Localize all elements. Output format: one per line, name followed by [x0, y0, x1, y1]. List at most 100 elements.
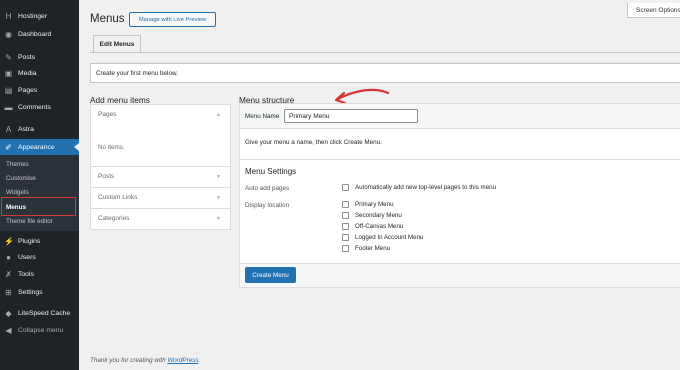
location-checkbox-row[interactable]: Secondary Menu — [342, 212, 402, 219]
media-icon: ▣ — [4, 68, 13, 78]
arrow-down-icon[interactable]: ▼ — [216, 216, 221, 222]
accordion-section-posts[interactable]: Posts ▼ — [91, 167, 230, 188]
location-checkbox[interactable] — [342, 201, 349, 208]
sidebar-item-pages[interactable]: ▤ Pages — [0, 82, 79, 98]
auto-add-option-label: Automatically add new top-level pages to… — [355, 184, 497, 191]
litespeed-icon: ◆ — [5, 308, 12, 318]
submenu-theme-file-editor[interactable]: Theme file editor — [6, 218, 53, 225]
location-label: Logged In Account Menu — [355, 234, 424, 241]
location-label: Primary Menu — [355, 201, 394, 208]
menu-settings-heading: Menu Settings — [245, 167, 297, 176]
footer-text: Thank you for creating with — [90, 357, 168, 364]
sidebar-item-comments[interactable]: ▬ Comments — [0, 99, 79, 115]
page-title: Menus — [90, 13, 125, 25]
menu-structure-panel: Menu Name Primary Menu Give your menu a … — [239, 103, 680, 288]
brush-icon: ✐ — [5, 142, 12, 152]
accordion-title-posts[interactable]: Posts — [98, 173, 114, 180]
tab-edit-menus[interactable]: Edit Menus — [93, 35, 141, 52]
location-label: Off-Canvas Menu — [355, 223, 404, 230]
sidebar-item-litespeed[interactable]: ◆ LiteSpeed Cache — [0, 305, 79, 321]
add-items-accordion: Pages ▲ No items. Posts ▼ Custom Links ▼… — [90, 104, 231, 230]
accordion-section-pages: Pages ▲ No items. — [91, 105, 230, 167]
menu-settings-body: Give your menu a name, then click Create… — [240, 129, 680, 263]
submenu-widgets[interactable]: Widgets — [6, 189, 29, 196]
sidebar-item-posts[interactable]: ✎ Posts — [0, 49, 79, 65]
sidebar-item-label: Hostinger — [18, 12, 48, 20]
auto-add-label: Auto add pages — [245, 185, 290, 192]
location-label: Footer Menu — [355, 245, 391, 252]
wordpress-link[interactable]: WordPress — [167, 357, 198, 364]
accordion-title-custom-links[interactable]: Custom Links — [98, 194, 137, 201]
no-items-text: No items. — [98, 144, 125, 151]
accordion-section-custom-links[interactable]: Custom Links ▼ — [91, 188, 230, 209]
display-location-label: Display location — [245, 202, 290, 209]
location-checkbox[interactable] — [342, 245, 349, 252]
notice-text: Create your first menu below. — [96, 70, 178, 77]
arrow-down-icon[interactable]: ▼ — [216, 195, 221, 201]
menu-name-input[interactable]: Primary Menu — [284, 109, 418, 123]
accordion-section-categories[interactable]: Categories ▼ — [91, 209, 230, 230]
dashboard-icon: ◉ — [5, 29, 12, 39]
sidebar-item-settings[interactable]: ⊞ Settings — [0, 284, 79, 300]
hostinger-icon: H — [5, 11, 12, 21]
location-checkbox[interactable] — [342, 212, 349, 219]
accordion-title-pages[interactable]: Pages — [98, 111, 116, 118]
location-checkbox-row[interactable]: Off-Canvas Menu — [342, 223, 403, 230]
sidebar-item-label: LiteSpeed Cache — [18, 309, 71, 317]
create-menu-button[interactable]: Create Menu — [245, 267, 296, 283]
sidebar-item-astra[interactable]: A Astra — [0, 121, 79, 137]
arrow-down-icon[interactable]: ▼ — [216, 174, 221, 180]
pin-icon: ✎ — [5, 52, 12, 62]
sidebar-item-label: Tools — [18, 270, 34, 278]
menu-name-row: Menu Name Primary Menu — [240, 104, 680, 129]
screen-options-tab[interactable]: Screen Options — [627, 3, 680, 18]
sidebar-item-tools[interactable]: ✗ Tools — [0, 266, 79, 282]
sidebar-item-label: Appearance — [18, 143, 55, 151]
sidebar-item-dashboard[interactable]: ◉ Dashboard — [0, 26, 79, 42]
sidebar-item-plugins[interactable]: ⚡ Plugins — [0, 233, 79, 249]
sidebar-item-users[interactable]: ● Users — [0, 249, 79, 265]
menu-panel-footer: Create Menu — [240, 263, 680, 287]
collapse-menu-button[interactable]: ◀ Collapse menu — [0, 322, 79, 338]
divider — [240, 159, 680, 160]
footer-suffix: . — [198, 357, 201, 364]
submenu-themes[interactable]: Themes — [6, 161, 29, 168]
sidebar-item-label: Collapse menu — [18, 326, 64, 334]
sidebar-item-label: Settings — [18, 288, 43, 296]
auto-add-checkbox-row[interactable]: Automatically add new top-level pages to… — [342, 184, 496, 191]
sidebar-item-label: Plugins — [18, 237, 41, 245]
location-checkbox-row[interactable]: Footer Menu — [342, 245, 390, 252]
menus-highlight-box — [1, 197, 76, 216]
sidebar-item-label: Dashboard — [18, 30, 52, 38]
plugin-icon: ⚡ — [4, 236, 14, 246]
sidebar-item-media[interactable]: ▣ Media — [0, 65, 79, 81]
location-checkbox[interactable] — [342, 223, 349, 230]
notice-box: Create your first menu below. — [90, 63, 680, 83]
arrow-icon[interactable]: ▲ — [216, 112, 221, 118]
wrench-icon: ✗ — [5, 269, 12, 279]
location-checkbox[interactable] — [342, 234, 349, 241]
admin-sidebar: H Hostinger ◉ Dashboard ✎ Posts ▣ Media … — [0, 0, 79, 370]
location-checkbox-row[interactable]: Primary Menu — [342, 201, 394, 208]
sidebar-item-label: Media — [18, 69, 37, 77]
user-icon: ● — [6, 252, 11, 262]
sidebar-item-label: Posts — [18, 53, 35, 61]
appearance-submenu: Themes Customise Widgets Menus Theme fil… — [0, 155, 79, 231]
comment-icon: ▬ — [4, 102, 13, 112]
live-preview-button[interactable]: Manage with Live Preview — [129, 12, 216, 27]
location-checkbox-row[interactable]: Logged In Account Menu — [342, 234, 423, 241]
menu-name-label: Menu Name — [245, 113, 280, 120]
accordion-title-categories[interactable]: Categories — [98, 215, 129, 222]
page-icon: ▤ — [4, 85, 13, 95]
sidebar-item-label: Users — [18, 253, 36, 261]
sidebar-item-label: Astra — [18, 125, 34, 133]
menu-hint-text: Give your menu a name, then click Create… — [245, 139, 382, 146]
sidebar-item-appearance[interactable]: ✐ Appearance — [0, 139, 79, 155]
collapse-icon: ◀ — [5, 325, 12, 335]
astra-icon: A — [5, 124, 12, 134]
settings-icon: ⊞ — [5, 287, 12, 297]
submenu-customise[interactable]: Customise — [6, 175, 36, 182]
sidebar-item-hostinger[interactable]: H Hostinger — [0, 8, 79, 24]
auto-add-checkbox[interactable] — [342, 184, 349, 191]
tab-divider — [90, 51, 680, 53]
